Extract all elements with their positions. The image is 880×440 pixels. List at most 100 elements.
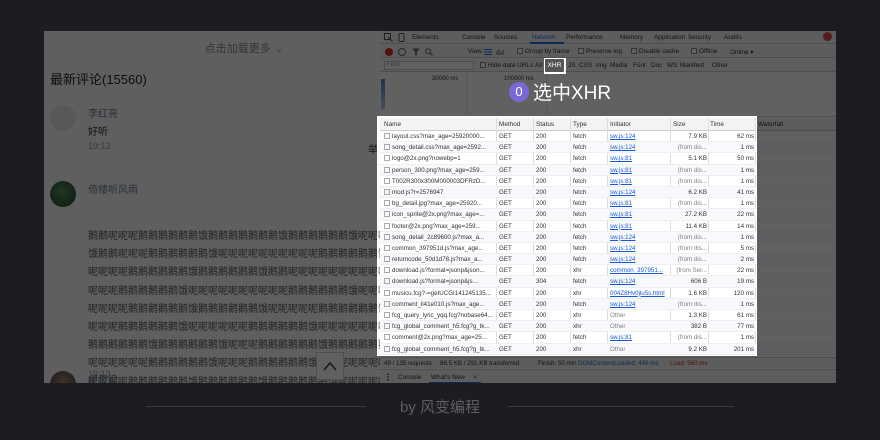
request-initiator[interactable]: sw.js:81 (610, 334, 670, 341)
comment-author[interactable]: 伊贺浪 (88, 371, 118, 383)
table-row[interactable]: person_300.png?max_age=259... GET 200 fetch… (380, 164, 836, 176)
column-status[interactable]: Status (536, 121, 554, 128)
avatar[interactable] (50, 371, 76, 383)
filter-type-ws[interactable]: WS (667, 62, 677, 69)
filter-type-other[interactable]: Other (712, 62, 728, 69)
request-initiator[interactable]: sw.js:124 (610, 133, 670, 140)
filter-type-media[interactable]: Media (610, 62, 627, 69)
table-row[interactable]: fcg_global_comment_h5.fcg?g_tk... GET 200 x… (380, 343, 836, 355)
request-name[interactable]: person_300.png?max_age=259... (384, 166, 497, 174)
tab-security[interactable]: Security (688, 34, 711, 41)
filter-type-css[interactable]: CSS (579, 62, 592, 69)
filter-type-js[interactable]: JS (568, 62, 575, 69)
filter-type-manifest[interactable]: Manifest (680, 62, 704, 69)
filter-type-xhr-highlight[interactable]: XHR (544, 58, 565, 73)
column-type[interactable]: Type (573, 121, 587, 128)
request-name[interactable]: fcg_global_comment_h5.fcg?g_tk... (384, 323, 497, 330)
request-name[interactable]: song_detail_2c89600.js?max_a... (384, 233, 497, 241)
tab-elements[interactable]: Elements (412, 34, 439, 41)
close-icon[interactable]: × (473, 374, 477, 381)
request-name[interactable]: T002R300x300M000003DFRzD... (384, 177, 497, 185)
record-icon[interactable] (385, 48, 393, 56)
report-link[interactable]: 举 (368, 141, 378, 156)
tab-network[interactable]: Network (532, 34, 555, 41)
throttling-select[interactable]: Online ▾ (730, 48, 753, 56)
table-row[interactable]: comment_li41e010.js?max_age... GET 200 fetc… (380, 298, 836, 310)
table-row[interactable]: mod.js?r=2576947 GET 200 fetch sw.js:124 6.2 … (380, 186, 836, 199)
column-time[interactable]: Time (710, 121, 724, 128)
request-name[interactable]: fcg_query_lyric_yqq.fcg?nobase64... (384, 312, 497, 319)
clear-icon[interactable] (398, 48, 406, 56)
column-waterfall[interactable]: Waterfall (758, 121, 783, 128)
table-row[interactable]: download.js?format=jsonp&json... GET 200 xh… (380, 265, 836, 277)
tab-whats-new[interactable]: What's New (431, 374, 465, 381)
close-icon[interactable] (823, 32, 832, 41)
request-name[interactable]: comment@2x.png?max_age=25... (384, 334, 497, 341)
column-name[interactable]: Name (384, 121, 401, 128)
table-row[interactable]: icon_sprite@2x.png?max_age=... GET 200 fetc… (380, 209, 836, 221)
request-initiator[interactable]: sw.js:124 (610, 256, 670, 263)
table-row[interactable]: footer@2x.png?max_age=259... GET 200 fetch s… (380, 221, 836, 232)
table-row[interactable]: logo@2x.png?nowebp=1 GET 200 fetch sw.js:81 5… (380, 153, 836, 165)
request-initiator[interactable]: sw.js:81 (610, 223, 670, 230)
overview-icon[interactable] (496, 48, 504, 56)
table-row[interactable]: common_397951d.js?max_age... GET 200 fetch s… (380, 243, 836, 255)
request-initiator[interactable]: sw.js:124 (610, 278, 670, 285)
table-row[interactable]: song_detail.css?max_age=2592... GET 200 fet… (380, 142, 836, 154)
request-name[interactable]: returncode_50d1d78.js?max_a... (384, 256, 497, 263)
request-name[interactable]: fcg_global_comment_h5.fcg?g_tk... (384, 345, 497, 353)
hide-data-urls-checkbox[interactable]: Hide data URLs (480, 62, 533, 69)
request-name[interactable]: layout.css?max_age=25920000... (384, 133, 497, 140)
request-initiator[interactable]: sw.js:124 (610, 144, 670, 151)
request-name[interactable]: download.js?format=jsonp&js... (384, 278, 497, 285)
comment-author[interactable]: 倚楼听风雨 (88, 181, 138, 196)
request-name[interactable]: mod.js?r=2576947 (384, 188, 497, 196)
avatar[interactable] (50, 181, 76, 207)
column-size[interactable]: Size (673, 121, 685, 128)
tab-application[interactable]: Application (654, 34, 685, 41)
request-name[interactable]: icon_sprite@2x.png?max_age=... (384, 211, 497, 218)
offline-checkbox[interactable]: Offline (691, 48, 717, 55)
filter-icon[interactable] (412, 48, 420, 56)
avatar[interactable] (50, 105, 76, 131)
request-initiator[interactable]: sw.js:81 (610, 200, 670, 207)
filter-input[interactable]: Filter (384, 61, 474, 70)
table-row[interactable]: layout.css?max_age=25920000... GET 200 fetc… (380, 131, 836, 143)
inspect-element-icon[interactable] (384, 33, 393, 42)
request-name[interactable]: song_detail.css?max_age=2592... (384, 144, 497, 151)
search-icon[interactable] (425, 48, 433, 56)
request-initiator[interactable]: sw.js:81 (610, 211, 670, 218)
load-more-link[interactable]: 点击加载更多 ⌄ (44, 40, 380, 56)
request-initiator[interactable]: common_397951... (610, 267, 670, 274)
column-initiator[interactable]: Initiator (610, 121, 631, 128)
table-row[interactable]: comment@2x.png?max_age=25... GET 200 fetch s… (380, 332, 836, 344)
request-initiator[interactable]: sw.js:81 (610, 167, 670, 174)
request-name[interactable]: musicu.fcg?-=getUCGI141245135... (384, 289, 497, 297)
table-row[interactable]: returncode_50d1d78.js?max_a... GET 200 fetc… (380, 254, 836, 266)
request-initiator[interactable]: sw.js:124 (610, 234, 670, 241)
request-name[interactable]: comment_li41e010.js?max_age... (384, 300, 497, 308)
filter-type-doc[interactable]: Doc (651, 62, 662, 69)
table-row[interactable]: musicu.fcg?-=getUCGI141245135... GET 200 xh… (380, 288, 836, 299)
column-method[interactable]: Method (499, 121, 520, 128)
table-row[interactable]: song_detail_2c89600.js?max_a... GET 200 fet… (380, 231, 836, 243)
request-initiator[interactable]: sw.js:124 (610, 301, 670, 308)
more-menu-icon[interactable] (384, 373, 392, 381)
table-row[interactable]: T002R300x300M000003DFRzD... GET 200 fetch sw… (380, 176, 836, 187)
tab-memory[interactable]: Memory (620, 34, 643, 41)
table-row[interactable]: bg_detail.jpg?max_age=25920... GET 200 fetc… (380, 198, 836, 210)
request-name[interactable]: footer@2x.png?max_age=259... (384, 222, 497, 230)
tab-console[interactable]: Console (398, 374, 421, 381)
group-by-frame-checkbox[interactable]: Group by frame (517, 48, 569, 55)
table-row[interactable]: fcg_global_comment_h5.fcg?g_tk... GET 200 x… (380, 321, 836, 333)
request-initiator[interactable]: sw.js:81 (610, 155, 670, 162)
large-rows-icon[interactable] (484, 48, 492, 56)
back-to-top-button[interactable] (316, 352, 344, 380)
request-name[interactable]: logo@2x.png?nowebp=1 (384, 155, 497, 162)
device-toolbar-icon[interactable] (397, 33, 406, 42)
comment-author[interactable]: 李红亮 (88, 105, 118, 120)
tab-performance[interactable]: Performance (566, 34, 603, 41)
request-name[interactable]: bg_detail.jpg?max_age=25920... (384, 200, 497, 207)
request-name[interactable]: download.js?format=jsonp&json... (384, 267, 497, 274)
table-row[interactable]: fcg_query_lyric_yqq.fcg?nobase64... GET 20… (380, 310, 836, 322)
